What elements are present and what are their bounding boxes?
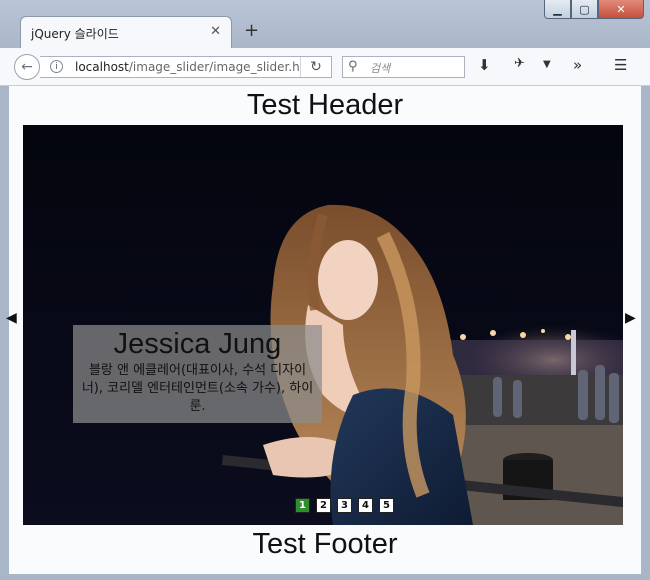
url-host: localhost <box>75 60 129 74</box>
close-window-icon[interactable]: ✕ <box>598 0 644 19</box>
tab-title: jQuery 슬라이드 <box>31 27 119 41</box>
minimize-icon[interactable]: ▁ <box>544 0 571 19</box>
new-tab-icon[interactable]: + <box>244 20 259 41</box>
browser-window: ▁ ▢ ✕ jQuery 슬라이드 ✕ + ← i localhost/imag… <box>0 0 650 580</box>
title-bar: ▁ ▢ ✕ jQuery 슬라이드 ✕ + <box>0 0 650 48</box>
extension-icon[interactable]: ✈ <box>514 56 525 71</box>
download-icon[interactable]: ⬇ <box>478 56 491 74</box>
pager-button-3[interactable]: 3 <box>337 498 352 513</box>
slide-caption: Jessica Jung 블랑 앤 에클레어(대표이사, 수석 디자이너), 코… <box>73 325 322 423</box>
page-footer: Test Footer <box>252 528 398 560</box>
window-controls: ▁ ▢ ✕ <box>544 0 644 19</box>
close-tab-icon[interactable]: ✕ <box>210 24 221 39</box>
caption-text: 블랑 앤 에클레어(대표이사, 수석 디자이너), 코리델 엔터테인먼트(소속 … <box>81 363 314 414</box>
reload-icon[interactable]: ↻ <box>300 57 331 77</box>
pager-button-1[interactable]: 1 <box>295 498 310 513</box>
search-bar[interactable]: ⚲ 검색 <box>342 56 465 78</box>
caption-title: Jessica Jung <box>113 328 282 360</box>
prev-arrow-icon[interactable]: ◀ <box>6 310 17 326</box>
info-icon[interactable]: i <box>50 60 63 73</box>
pager-button-5[interactable]: 5 <box>379 498 394 513</box>
url-path: /image_slider/image_slider.h <box>128 60 299 74</box>
url-text[interactable]: localhost/image_slider/image_slider.h <box>75 60 299 74</box>
slide-pager: 1 2 3 4 5 <box>295 498 394 513</box>
search-placeholder: 검색 <box>370 62 391 75</box>
overflow-icon[interactable]: » <box>573 56 582 74</box>
dropdown-icon[interactable]: ▼ <box>543 59 551 70</box>
page-header: Test Header <box>246 89 404 121</box>
maximize-icon[interactable]: ▢ <box>571 0 598 19</box>
page-content: Test Header ◀ ▶ Jessica Jung 블랑 앤 에클레어(대… <box>6 86 641 574</box>
menu-icon[interactable]: ☰ <box>614 56 627 74</box>
search-icon: ⚲ <box>348 59 358 74</box>
url-bar[interactable]: i localhost/image_slider/image_slider.h … <box>40 56 332 78</box>
image-slider: Jessica Jung 블랑 앤 에클레어(대표이사, 수석 디자이너), 코… <box>23 125 623 525</box>
pager-button-4[interactable]: 4 <box>358 498 373 513</box>
next-arrow-icon[interactable]: ▶ <box>625 310 636 326</box>
browser-tab[interactable]: jQuery 슬라이드 ✕ <box>20 16 232 48</box>
navigation-bar: ← i localhost/image_slider/image_slider.… <box>0 48 650 86</box>
back-arrow-icon[interactable]: ← <box>14 54 40 80</box>
pager-button-2[interactable]: 2 <box>316 498 331 513</box>
